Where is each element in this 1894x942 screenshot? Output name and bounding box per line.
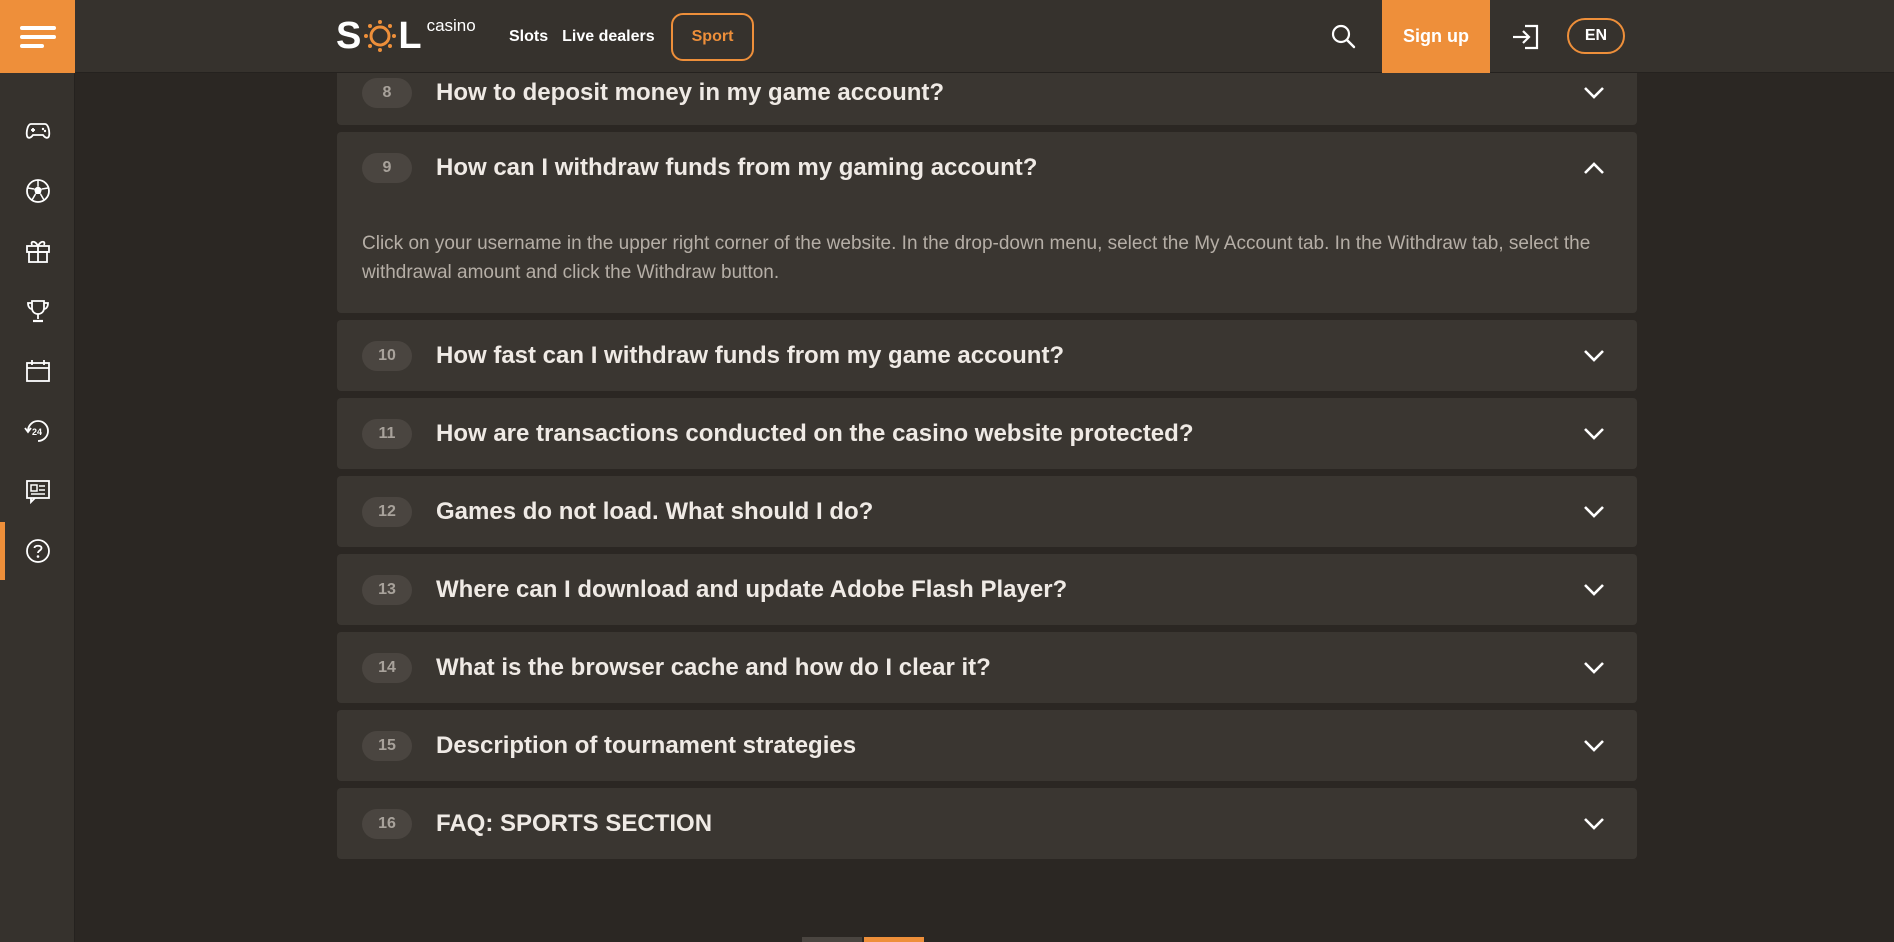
sun-logo-icon: [364, 20, 397, 52]
login-icon: [1513, 24, 1539, 50]
nav-live-dealers[interactable]: Live dealers: [562, 28, 655, 46]
faq-question: How fast can I withdraw funds from my ga…: [436, 341, 1065, 369]
chevron-down-icon: [1584, 505, 1604, 518]
chevron-down-icon: [1584, 583, 1604, 596]
faq-number: 8: [362, 78, 412, 108]
trophy-icon: [26, 300, 49, 323]
faq-header[interactable]: 16 FAQ: SPORTS SECTION: [337, 788, 1637, 859]
chevron-down-icon: [1584, 817, 1604, 830]
faq-answer: Click on your username in the upper righ…: [337, 203, 1637, 313]
search-icon: [1331, 24, 1356, 49]
logo-subtitle: casino: [426, 16, 476, 35]
faq-header[interactable]: 10 How fast can I withdraw funds from my…: [337, 320, 1637, 391]
faq-number: 14: [362, 652, 412, 683]
faq-question: What is the browser cache and how do I c…: [436, 653, 991, 681]
carousel-dot-active[interactable]: [864, 937, 924, 942]
faq-item-expanded[interactable]: 9 How can I withdraw funds from my gamin…: [337, 132, 1637, 313]
sidebar-item-games[interactable]: [0, 102, 75, 160]
calendar-icon: [25, 360, 50, 382]
logo[interactable]: S L casino: [336, 14, 476, 58]
faq-header[interactable]: 11 How are transactions conducted on the…: [337, 398, 1637, 469]
sign-up-button[interactable]: Sign up: [1382, 0, 1490, 73]
faq-number: 15: [362, 730, 412, 761]
sidebar-item-events[interactable]: [0, 342, 75, 400]
hamburger-icon: [19, 25, 56, 48]
nav-slots[interactable]: Slots: [509, 28, 548, 46]
faq-number: 12: [362, 496, 412, 527]
language-selector[interactable]: EN: [1567, 18, 1625, 54]
menu-button[interactable]: [0, 0, 75, 73]
faq-item[interactable]: 16 FAQ: SPORTS SECTION: [337, 788, 1637, 859]
faq-header[interactable]: 12 Games do not load. What should I do?: [337, 476, 1637, 547]
chevron-up-icon: [1584, 161, 1604, 174]
news-icon: [25, 480, 50, 504]
nav-sport[interactable]: Sport: [670, 12, 755, 61]
gamepad-icon: [25, 123, 50, 139]
faq-number: 11: [362, 418, 412, 449]
faq-header[interactable]: 15 Description of tournament strategies: [337, 710, 1637, 781]
sidebar-item-help[interactable]: [0, 522, 75, 580]
top-bar: S L casino Slots Live dealers Sport Sign…: [0, 0, 1894, 73]
svg-text:24: 24: [32, 427, 42, 437]
faq-item[interactable]: 10 How fast can I withdraw funds from my…: [337, 320, 1637, 391]
logo-text: S L: [336, 15, 423, 57]
faq-question: Where can I download and update Adobe Fl…: [436, 575, 1068, 603]
faq-item[interactable]: 15 Description of tournament strategies: [337, 710, 1637, 781]
help-icon: [25, 539, 50, 563]
main-nav: Slots Live dealers Sport: [509, 0, 768, 73]
chevron-down-icon: [1584, 87, 1604, 99]
faq-number: 13: [362, 574, 412, 605]
soccer-ball-icon: [25, 179, 50, 203]
faq-question: FAQ: SPORTS SECTION: [436, 809, 713, 837]
faq-header[interactable]: 14 What is the browser cache and how do …: [337, 632, 1637, 703]
faq-number: 16: [362, 808, 412, 839]
faq-question: How to deposit money in my game account?: [436, 79, 945, 106]
faq-question: How are transactions conducted on the ca…: [436, 419, 1194, 447]
chevron-down-icon: [1584, 661, 1604, 674]
faq-item[interactable]: 14 What is the browser cache and how do …: [337, 632, 1637, 703]
chevron-down-icon: [1584, 739, 1604, 752]
sidebar-item-sport[interactable]: [0, 162, 75, 220]
sidebar-item-support[interactable]: 24: [0, 402, 75, 460]
carousel-indicator: [802, 937, 926, 942]
faq-number: 10: [362, 340, 412, 371]
faq-header[interactable]: 9 How can I withdraw funds from my gamin…: [337, 132, 1637, 203]
sidebar-item-news[interactable]: [0, 462, 75, 520]
faq-item[interactable]: 13 Where can I download and update Adobe…: [337, 554, 1637, 625]
search-button[interactable]: [1326, 19, 1360, 53]
faq-question: How can I withdraw funds from my gaming …: [436, 153, 1038, 181]
login-button[interactable]: [1508, 19, 1544, 55]
sidebar-item-tournaments[interactable]: [0, 282, 75, 340]
chevron-down-icon: [1584, 427, 1604, 440]
sidebar: 24: [0, 73, 75, 942]
sidebar-item-bonuses[interactable]: [0, 222, 75, 280]
gift-icon: [25, 240, 50, 263]
faq-item[interactable]: 12 Games do not load. What should I do?: [337, 476, 1637, 547]
faq-list: 8 How to deposit money in my game accoun…: [337, 61, 1637, 866]
faq-question: Description of tournament strategies: [436, 731, 857, 759]
chevron-down-icon: [1584, 349, 1604, 362]
support-24-icon: 24: [23, 420, 49, 442]
faq-header[interactable]: 13 Where can I download and update Adobe…: [337, 554, 1637, 625]
faq-number: 9: [362, 152, 412, 183]
faq-question: Games do not load. What should I do?: [436, 497, 874, 525]
carousel-dot[interactable]: [802, 937, 862, 942]
faq-item[interactable]: 11 How are transactions conducted on the…: [337, 398, 1637, 469]
